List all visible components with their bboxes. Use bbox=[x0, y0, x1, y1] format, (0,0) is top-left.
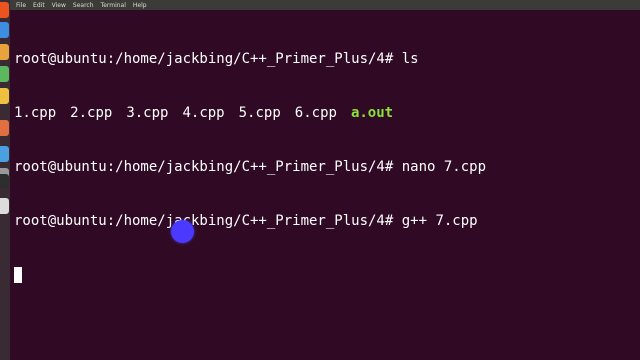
file-entry: 2.cpp bbox=[70, 105, 113, 121]
menu-view[interactable]: View bbox=[52, 2, 66, 9]
file-entry: 1.cpp bbox=[14, 105, 57, 121]
terminal-window[interactable]: root@ubuntu:/home/jackbing/C++_Primer_Pl… bbox=[10, 10, 640, 360]
dash-icon[interactable] bbox=[0, 2, 9, 18]
terminal-line bbox=[14, 266, 486, 284]
mouse-pointer-highlight bbox=[171, 220, 194, 243]
shell-prompt: root@ubuntu:/home/jackbing/C++_Primer_Pl… bbox=[14, 213, 394, 229]
menu-search[interactable]: Search bbox=[73, 2, 94, 9]
shell-prompt: root@ubuntu:/home/jackbing/C++_Primer_Pl… bbox=[14, 159, 394, 175]
shell-command: nano 7.cpp bbox=[393, 159, 487, 175]
browser-icon[interactable] bbox=[0, 44, 9, 60]
file-listing: 1.cpp 2.cpp 3.cpp 4.cpp 5.cpp 6.cpp a.out bbox=[14, 104, 486, 122]
shell-prompt: root@ubuntu:/home/jackbing/C++_Primer_Pl… bbox=[14, 51, 394, 67]
web-icon[interactable] bbox=[0, 146, 9, 162]
text-icon[interactable] bbox=[0, 88, 9, 104]
executable-entry: a.out bbox=[350, 105, 394, 121]
files-icon[interactable] bbox=[0, 22, 9, 38]
menu-terminal[interactable]: Terminal bbox=[101, 2, 126, 9]
terminal-icon[interactable] bbox=[0, 174, 9, 188]
file-entry: 4.cpp bbox=[182, 105, 225, 121]
office-icon[interactable] bbox=[0, 66, 9, 82]
terminal-line: root@ubuntu:/home/jackbing/C++_Primer_Pl… bbox=[14, 158, 486, 176]
terminal-output: root@ubuntu:/home/jackbing/C++_Primer_Pl… bbox=[14, 14, 486, 320]
file-entry: 5.cpp bbox=[238, 105, 281, 121]
terminal-line: root@ubuntu:/home/jackbing/C++_Primer_Pl… bbox=[14, 212, 486, 230]
file-entry: 6.cpp bbox=[294, 105, 337, 121]
menu-help[interactable]: Help bbox=[133, 2, 147, 9]
file-entry: 3.cpp bbox=[126, 105, 169, 121]
terminal-line: root@ubuntu:/home/jackbing/C++_Primer_Pl… bbox=[14, 50, 486, 68]
text-cursor bbox=[14, 267, 22, 283]
shell-command: g++ 7.cpp bbox=[393, 213, 478, 229]
menu-file[interactable]: File bbox=[16, 2, 26, 9]
software-icon[interactable] bbox=[0, 120, 9, 136]
menu-edit[interactable]: Edit bbox=[33, 2, 45, 9]
disk-icon[interactable] bbox=[0, 198, 9, 214]
terminal-menubar: File Edit View Search Terminal Help bbox=[10, 0, 640, 10]
shell-command: ls bbox=[393, 51, 419, 67]
